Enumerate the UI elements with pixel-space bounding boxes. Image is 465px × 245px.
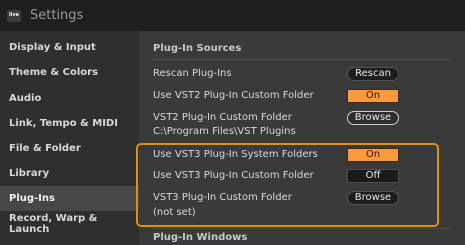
title-bar: live Settings — [0, 0, 465, 31]
window-title: Settings — [30, 8, 84, 23]
vst3-system-folders-label: Use VST3 Plug-In System Folders — [153, 149, 318, 160]
vst3-browse-button[interactable]: Browse — [347, 191, 399, 205]
sidebar-item-link-tempo-midi[interactable]: Link, Tempo & MIDI — [0, 111, 139, 136]
section-divider — [151, 59, 451, 60]
vst2-custom-folder-label: Use VST2 Plug-In Custom Folder — [153, 90, 314, 101]
settings-sidebar: Display & Input Theme & Colors Audio Lin… — [0, 31, 139, 245]
vst2-browse-button[interactable]: Browse — [347, 111, 399, 125]
sidebar-item-file-folder[interactable]: File & Folder — [0, 136, 139, 161]
sidebar-item-theme-colors[interactable]: Theme & Colors — [0, 60, 139, 85]
sidebar-item-audio[interactable]: Audio — [0, 86, 139, 111]
sidebar-item-display-input[interactable]: Display & Input — [0, 35, 139, 60]
vst2-custom-folder-toggle[interactable]: On — [347, 89, 399, 103]
rescan-plugins-label: Rescan Plug-Ins — [153, 68, 232, 79]
section-heading-plugin-windows: Plug-In Windows — [153, 232, 248, 243]
vst2-folder-path: C:\Program Files\VST Plugins — [153, 126, 296, 137]
vst3-folder-label: VST3 Plug-In Custom Folder — [153, 192, 292, 203]
vst3-custom-folder-label: Use VST3 Plug-In Custom Folder — [153, 170, 314, 181]
sidebar-item-library[interactable]: Library — [0, 161, 139, 186]
vst3-system-folders-toggle[interactable]: On — [347, 148, 399, 162]
sidebar-item-record-warp-launch[interactable]: Record, Warp & Launch — [0, 211, 139, 236]
section-heading-plugin-sources: Plug-In Sources — [153, 43, 242, 54]
vst2-folder-label: VST2 Plug-In Custom Folder — [153, 112, 292, 123]
section-divider — [151, 228, 451, 229]
rescan-button[interactable]: Rescan — [347, 67, 399, 81]
settings-panel: Plug-In Sources Rescan Plug-Ins Rescan U… — [139, 31, 465, 245]
vst3-custom-folder-toggle[interactable]: Off — [347, 169, 399, 183]
vst3-folder-path: (not set) — [153, 207, 196, 218]
sidebar-item-plug-ins[interactable]: Plug-Ins — [0, 186, 139, 211]
live-app-icon: live — [7, 9, 21, 22]
